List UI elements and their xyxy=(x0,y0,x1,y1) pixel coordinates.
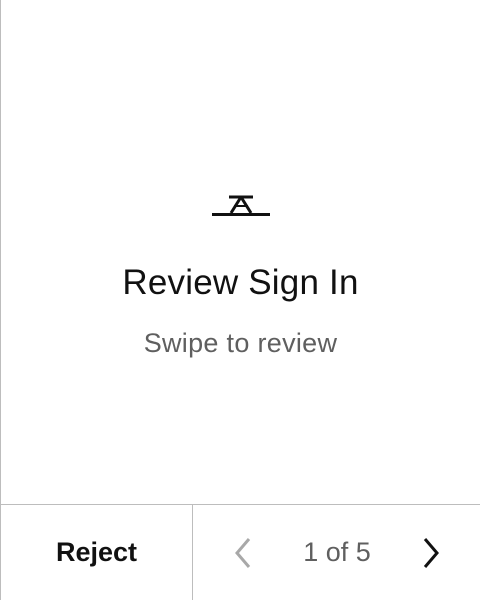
page-counter: 1 of 5 xyxy=(303,537,371,567)
reject-button[interactable]: Reject xyxy=(1,505,193,600)
pagination: 1 of 5 xyxy=(193,505,480,600)
chevron-right-icon[interactable] xyxy=(417,535,445,571)
review-card[interactable]: Review Sign In Swipe to review xyxy=(1,0,480,504)
chevron-left-icon[interactable] xyxy=(229,535,257,571)
review-screen: Review Sign In Swipe to review Reject 1 … xyxy=(0,0,480,600)
page-title: Review Sign In xyxy=(122,263,359,302)
footer-bar: Reject 1 of 5 xyxy=(1,504,480,600)
triangle-logo-icon xyxy=(212,195,270,216)
swipe-hint: Swipe to review xyxy=(143,328,338,358)
